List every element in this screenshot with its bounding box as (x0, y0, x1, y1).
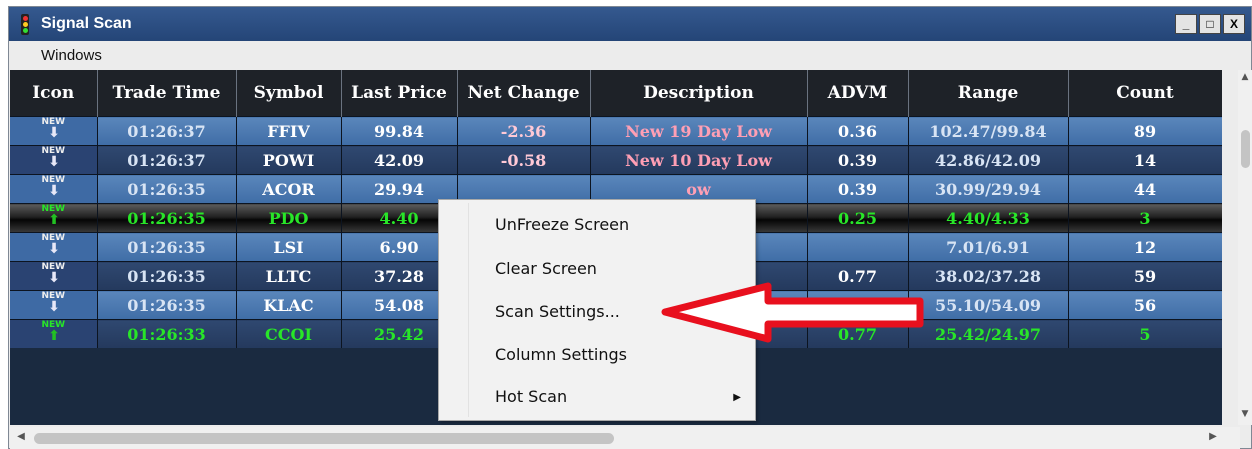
cell-count: 3 (1068, 203, 1222, 233)
column-header-icon[interactable]: Icon (10, 70, 98, 117)
cell-desc: New 10 Day Low (590, 145, 808, 175)
context-item-hot-scan[interactable]: Hot Scan (495, 387, 567, 407)
down-arrow-icon: ⬇ (48, 241, 60, 257)
traffic-light-icon (21, 14, 29, 35)
icon-cell: NEW ⬆ (10, 203, 98, 233)
cell-symbol: FFIV (236, 116, 342, 146)
cell-advm (807, 232, 909, 262)
cell-range: 4.40/4.33 (908, 203, 1069, 233)
scroll-up-arrow-icon[interactable]: ▲ (1238, 72, 1252, 86)
cell-count: 14 (1068, 145, 1222, 175)
maximize-button[interactable]: □ (1199, 14, 1221, 34)
cell-time: 01:26:35 (97, 290, 237, 320)
submenu-arrow-icon: ▶ (733, 392, 741, 403)
icon-cell: NEW ⬇ (10, 174, 98, 204)
horizontal-scroll-thumb[interactable] (34, 433, 614, 444)
cell-symbol: KLAC (236, 290, 342, 320)
column-header-range[interactable]: Range (908, 70, 1069, 117)
icon-cell: NEW ⬇ (10, 116, 98, 146)
down-arrow-icon: ⬇ (48, 154, 60, 170)
cell-range: 102.47/99.84 (908, 116, 1069, 146)
cell-change: -0.58 (457, 145, 591, 175)
cell-change: -2.36 (457, 116, 591, 146)
down-arrow-icon: ⬇ (48, 125, 60, 141)
scroll-down-arrow-icon[interactable]: ▼ (1238, 409, 1252, 423)
cell-time: 01:26:35 (97, 203, 237, 233)
cell-count: 89 (1068, 116, 1222, 146)
cell-range: 25.42/24.97 (908, 319, 1069, 348)
column-header-last-price[interactable]: Last Price (341, 70, 458, 117)
context-item-clear-screen[interactable]: Clear Screen (495, 259, 597, 279)
cell-symbol: ACOR (236, 174, 342, 204)
cell-symbol: PDO (236, 203, 342, 233)
icon-cell: NEW ⬇ (10, 290, 98, 320)
cell-range: 42.86/42.09 (908, 145, 1069, 175)
cell-count: 12 (1068, 232, 1222, 262)
vertical-scrollbar[interactable]: ▲ ▼ (1238, 70, 1252, 425)
context-menu-gutter (468, 203, 469, 417)
context-item-column-settings[interactable]: Column Settings (495, 345, 627, 365)
cell-time: 01:26:35 (97, 261, 237, 291)
cell-symbol: POWI (236, 145, 342, 175)
column-header-count[interactable]: Count (1068, 70, 1222, 117)
window-title: Signal Scan (41, 15, 132, 32)
cell-count: 56 (1068, 290, 1222, 320)
cell-advm: 0.57 (807, 290, 909, 320)
menu-bar: Windows (9, 41, 1251, 71)
cell-advm: 0.39 (807, 174, 909, 204)
up-arrow-icon: ⬆ (48, 212, 60, 228)
cell-range: 7.01/6.91 (908, 232, 1069, 262)
column-header-trade-time[interactable]: Trade Time (97, 70, 237, 117)
cell-time: 01:26:33 (97, 319, 237, 348)
context-item-scan-settings[interactable]: Scan Settings... (495, 302, 620, 322)
minimize-button[interactable]: _ (1175, 14, 1197, 34)
cell-last: 99.84 (341, 116, 458, 146)
column-header-symbol[interactable]: Symbol (236, 70, 342, 117)
icon-cell: NEW ⬇ (10, 261, 98, 291)
cell-range: 55.10/54.09 (908, 290, 1069, 320)
header-row: Icon Trade Time Symbol Last Price Net Change… (10, 70, 1222, 117)
cell-count: 59 (1068, 261, 1222, 291)
icon-cell: NEW ⬇ (10, 145, 98, 175)
cell-count: 5 (1068, 319, 1222, 348)
table-row[interactable]: NEW ⬇ 01:26:37 FFIV 99.84 -2.36 New 19 Day Low… (10, 116, 1222, 146)
context-item-unfreeze-screen[interactable]: UnFreeze Screen (495, 215, 629, 235)
menu-windows[interactable]: Windows (41, 47, 102, 64)
column-header-net-change[interactable]: Net Change (457, 70, 591, 117)
icon-cell: NEW ⬇ (10, 232, 98, 262)
cell-time: 01:26:37 (97, 116, 237, 146)
vertical-scroll-thumb[interactable] (1241, 130, 1250, 168)
down-arrow-icon: ⬇ (48, 270, 60, 286)
cell-range: 38.02/37.28 (908, 261, 1069, 291)
cell-advm: 0.36 (807, 116, 909, 146)
column-header-advm[interactable]: ADVM (807, 70, 909, 117)
cell-desc: New 19 Day Low (590, 116, 808, 146)
scroll-left-arrow-icon[interactable]: ◀ (14, 431, 28, 445)
close-button[interactable]: X (1223, 14, 1245, 34)
horizontal-scrollbar[interactable]: ◀ ▶ (10, 427, 1240, 449)
cell-symbol: CCOI (236, 319, 342, 348)
table-row[interactable]: NEW ⬇ 01:26:37 POWI 42.09 -0.58 New 10 Day Low… (10, 145, 1222, 175)
cell-advm: 0.25 (807, 203, 909, 233)
cell-time: 01:26:35 (97, 174, 237, 204)
down-arrow-icon: ⬇ (48, 183, 60, 199)
cell-symbol: LLTC (236, 261, 342, 291)
cell-advm: 0.77 (807, 261, 909, 291)
cell-range: 30.99/29.94 (908, 174, 1069, 204)
cell-count: 44 (1068, 174, 1222, 204)
title-bar[interactable]: Signal Scan _ □ X (9, 7, 1251, 41)
scroll-right-arrow-icon[interactable]: ▶ (1206, 431, 1220, 445)
cell-time: 01:26:35 (97, 232, 237, 262)
cell-time: 01:26:37 (97, 145, 237, 175)
context-menu: UnFreeze Screen Clear Screen Scan Settin… (438, 199, 756, 421)
column-header-description[interactable]: Description (590, 70, 808, 117)
down-arrow-icon: ⬇ (48, 299, 60, 315)
up-arrow-icon: ⬆ (48, 328, 60, 344)
cell-advm: 0.77 (807, 319, 909, 348)
icon-cell: NEW ⬆ (10, 319, 98, 348)
cell-advm: 0.39 (807, 145, 909, 175)
cell-last: 42.09 (341, 145, 458, 175)
cell-symbol: LSI (236, 232, 342, 262)
